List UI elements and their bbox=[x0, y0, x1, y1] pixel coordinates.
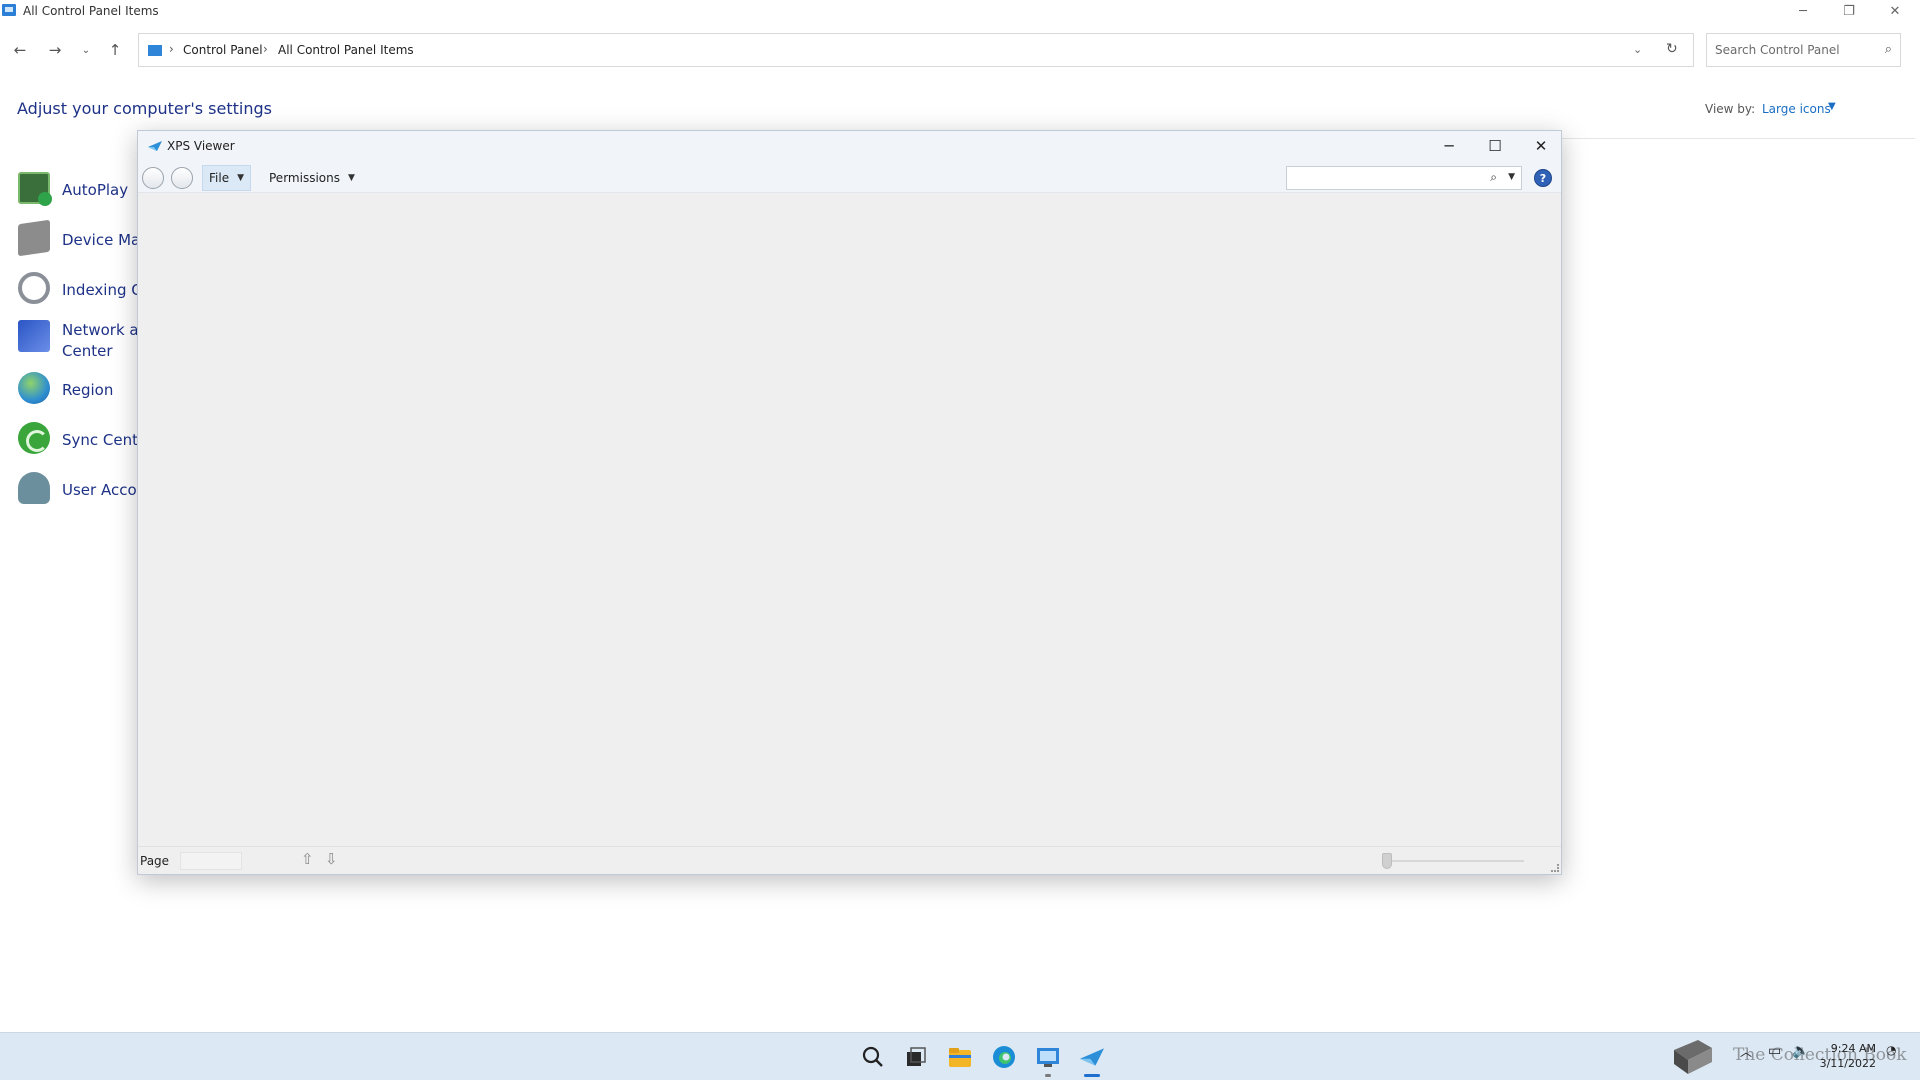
search-icon[interactable]: ⌕ bbox=[1885, 42, 1892, 57]
close-button[interactable]: ✕ bbox=[1872, 0, 1918, 22]
search-icon[interactable] bbox=[859, 1043, 887, 1071]
next-page-icon[interactable]: ⇩ bbox=[325, 850, 338, 868]
navigation-bar: ← → ⌄ ↑ › Control Panel › All Control Pa… bbox=[0, 30, 1920, 70]
cp-item-label-line2[interactable]: Center bbox=[62, 341, 113, 362]
cp-item-label[interactable]: AutoPlay bbox=[62, 180, 128, 201]
previous-page-icon[interactable]: ⇧ bbox=[301, 850, 314, 868]
chevron-up-icon[interactable]: ︿ bbox=[1740, 1043, 1752, 1060]
xps-viewer-icon[interactable] bbox=[1078, 1043, 1106, 1071]
file-menu-label: File bbox=[209, 171, 230, 185]
back-round-button[interactable] bbox=[142, 167, 164, 189]
clock-date: 3/11/2022 bbox=[1819, 1057, 1876, 1070]
sync-center-icon bbox=[18, 422, 50, 454]
chevron-right-icon: › bbox=[169, 42, 174, 56]
taskbar: The Collection Book ︿ ▭ 🔈 9:24 AM 3/11/2… bbox=[0, 1032, 1920, 1080]
autoplay-icon bbox=[18, 172, 52, 206]
resize-grip[interactable] bbox=[1551, 864, 1559, 872]
zoom-slider-track[interactable] bbox=[1384, 860, 1524, 862]
caret-down-icon: ▼ bbox=[237, 173, 245, 183]
region-icon bbox=[18, 372, 50, 404]
file-explorer-icon[interactable] bbox=[946, 1043, 974, 1071]
help-icon[interactable]: ? bbox=[1534, 169, 1552, 187]
notification-icon[interactable]: ◔ bbox=[1886, 1043, 1896, 1057]
page-title: Adjust your computer's settings bbox=[17, 99, 272, 118]
zoom-slider-thumb[interactable] bbox=[1382, 853, 1392, 869]
view-by-label: View by: bbox=[1705, 102, 1756, 116]
control-panel-titlebar: All Control Panel Items ─ ❐ ✕ bbox=[0, 0, 1920, 22]
forward-round-button[interactable] bbox=[171, 167, 193, 189]
user-accounts-icon bbox=[18, 472, 50, 504]
task-view-icon[interactable] bbox=[902, 1043, 930, 1071]
xps-viewer-icon bbox=[148, 141, 162, 151]
indexing-options-icon bbox=[18, 272, 50, 304]
computer-icon bbox=[148, 45, 162, 56]
permissions-menu[interactable]: Permissions ▼ bbox=[263, 165, 361, 191]
cp-item-label[interactable]: Indexing O bbox=[62, 280, 143, 301]
find-input[interactable]: ⌕ ▼ bbox=[1286, 166, 1522, 190]
xps-minimize-button[interactable]: ─ bbox=[1426, 131, 1472, 161]
minimize-button[interactable]: ─ bbox=[1780, 0, 1826, 22]
clock[interactable]: 9:24 AM 3/11/2022 bbox=[1820, 1041, 1876, 1071]
cp-item-label[interactable]: Sync Cente bbox=[62, 430, 147, 451]
start-icon[interactable] bbox=[816, 1045, 840, 1069]
chevron-right-icon: › bbox=[263, 42, 268, 56]
file-menu[interactable]: File ▼ bbox=[202, 165, 252, 191]
recent-locations-button[interactable]: ⌄ bbox=[74, 38, 98, 62]
device-manager-icon bbox=[18, 219, 50, 257]
xps-viewer-titlebar: XPS Viewer ─ ☐ ✕ bbox=[138, 131, 1561, 161]
window-title: All Control Panel Items bbox=[23, 4, 159, 18]
volume-icon[interactable]: 🔈 bbox=[1792, 1043, 1809, 1059]
search-box[interactable]: Search Control Panel ⌕ bbox=[1706, 33, 1901, 67]
control-panel-icon[interactable] bbox=[1034, 1043, 1062, 1071]
view-by-dropdown[interactable]: Large icons bbox=[1762, 102, 1831, 116]
cp-item-label[interactable]: Region bbox=[62, 380, 113, 401]
breadcrumb-control-panel[interactable]: Control Panel bbox=[183, 43, 263, 57]
forward-button[interactable]: → bbox=[43, 38, 67, 62]
refresh-icon[interactable]: ↻ bbox=[1666, 41, 1678, 57]
chevron-down-icon[interactable]: ⌄ bbox=[1633, 43, 1642, 56]
xps-toolbar: File ▼ Permissions ▼ ⌕ ▼ ? bbox=[138, 161, 1561, 193]
active-indicator bbox=[1084, 1074, 1100, 1077]
cp-item-label[interactable]: Network ar bbox=[62, 320, 145, 341]
page-number-input[interactable] bbox=[180, 852, 242, 870]
book-logo-icon bbox=[1674, 1040, 1712, 1074]
clock-time: 9:24 AM bbox=[1830, 1042, 1876, 1055]
up-button[interactable]: ↑ bbox=[103, 38, 127, 62]
cp-item-label[interactable]: Device Mar bbox=[62, 230, 146, 251]
network-icon[interactable]: ▭ bbox=[1768, 1043, 1781, 1059]
search-placeholder: Search Control Panel bbox=[1715, 43, 1840, 57]
permissions-menu-label: Permissions bbox=[269, 171, 340, 185]
edge-icon[interactable] bbox=[990, 1043, 1018, 1071]
chevron-down-icon[interactable]: ▼ bbox=[1508, 172, 1515, 182]
address-bar[interactable]: › Control Panel › All Control Panel Item… bbox=[138, 33, 1694, 67]
caret-down-icon: ▼ bbox=[347, 173, 355, 183]
divider bbox=[1560, 138, 1915, 139]
back-button[interactable]: ← bbox=[8, 38, 32, 62]
restore-button[interactable]: ❐ bbox=[1826, 0, 1872, 22]
network-center-icon bbox=[18, 320, 50, 352]
control-panel-icon bbox=[2, 4, 16, 16]
breadcrumb-all-items[interactable]: All Control Panel Items bbox=[278, 43, 414, 57]
page-label: Page bbox=[140, 854, 170, 868]
cp-item-label[interactable]: User Accou bbox=[62, 480, 146, 501]
xps-viewer-title: XPS Viewer bbox=[167, 139, 235, 153]
xps-close-button[interactable]: ✕ bbox=[1518, 131, 1564, 161]
running-indicator bbox=[1045, 1074, 1051, 1077]
xps-status-bar: Page ⇧ ⇩ bbox=[138, 846, 1561, 874]
search-icon[interactable]: ⌕ bbox=[1490, 170, 1497, 185]
xps-viewer-window: XPS Viewer ─ ☐ ✕ File ▼ Permissions ▼ ⌕ … bbox=[137, 130, 1562, 875]
xps-maximize-button[interactable]: ☐ bbox=[1472, 131, 1518, 161]
caret-down-icon[interactable]: ▼ bbox=[1828, 101, 1836, 112]
